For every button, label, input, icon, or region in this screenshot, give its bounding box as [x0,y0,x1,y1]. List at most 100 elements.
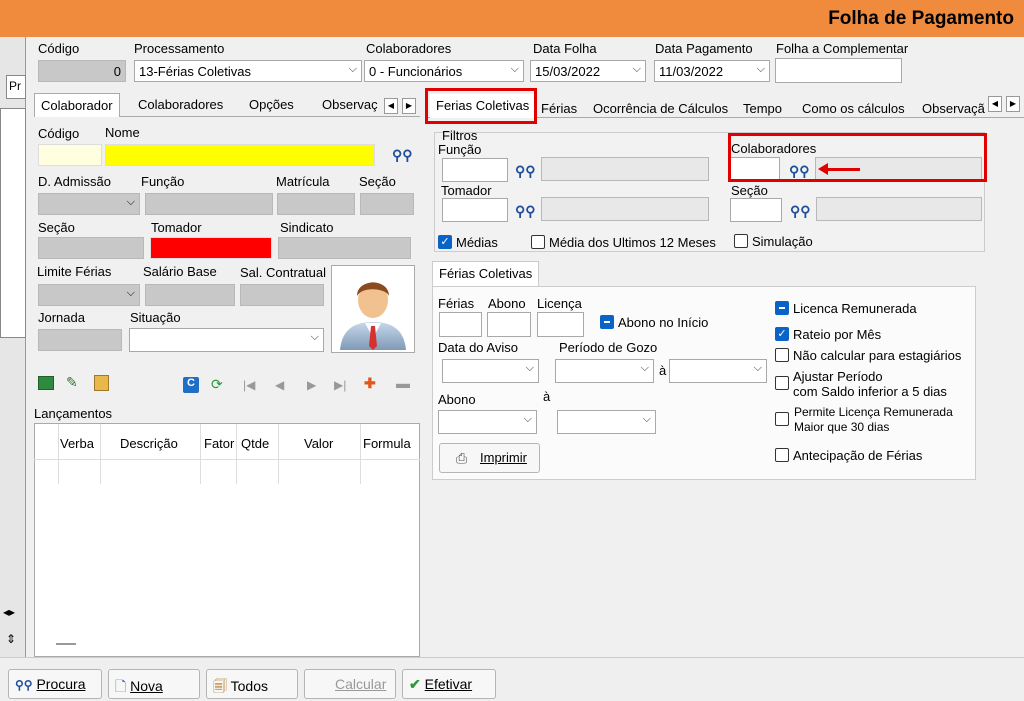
left-strip-grid [0,108,26,338]
licenca-remunerada-checkbox[interactable] [775,301,789,315]
tab-como-calculos[interactable]: Como os cálculos [796,97,911,121]
efetivar-button[interactable]: ✔ Efetivar [402,669,496,699]
binoculars-icon[interactable]: ⚲⚲ [392,147,413,164]
filtro-funcao-code[interactable] [442,158,508,182]
left-strip-input[interactable]: Pr [6,75,26,99]
medias-checkbox[interactable]: ✓ [438,235,452,249]
grid-col-divider [360,424,361,484]
colaboradores-select[interactable]: 0 - Funcionários [364,60,524,82]
tab-scroll-right-icon[interactable]: ▶ [402,98,416,114]
person-icon [340,282,406,350]
periodo-inicio-select[interactable] [555,359,654,383]
folha-complementar-field[interactable] [775,58,902,83]
tab-scroll-left-icon[interactable]: ◀ [384,98,398,114]
refresh-icon[interactable]: ⟳ [211,376,223,393]
plus-icon[interactable]: ✚ [364,375,376,392]
filtro-secao-desc [816,197,982,221]
abono-field[interactable] [487,312,531,337]
calcular-button[interactable]: Calcular [304,669,396,699]
last-record-icon[interactable]: ▶| [334,378,346,392]
sindicato-label: Sindicato [280,220,334,235]
d-admissao-field[interactable] [38,193,140,215]
antecipacao-checkbox[interactable] [775,448,789,462]
grid-header-qtde[interactable]: Qtde [241,436,269,451]
todos-button[interactable]: 🗐 Todos [206,669,298,699]
secao-field[interactable] [360,193,414,215]
tab-opcoes[interactable]: Opções [243,93,300,117]
sal-contratual-field[interactable] [240,284,324,306]
abono-inicio-checkbox[interactable] [600,315,614,329]
brush-icon[interactable]: ✎ [66,374,78,391]
rateio-checkbox[interactable]: ✓ [775,327,789,341]
abono-fim-select[interactable] [557,410,656,434]
situacao-select[interactable] [129,328,324,352]
funcao-field[interactable] [145,193,273,215]
secao2-field[interactable] [38,237,144,259]
data-pagamento-select[interactable]: 11/03/2022 [654,60,770,82]
salario-base-field[interactable] [145,284,235,306]
c-icon[interactable]: C [183,377,199,393]
tab-observacoes-right[interactable]: Observaçã [916,97,986,121]
licenca-field[interactable] [537,312,584,337]
imprimir-button[interactable]: ⎙ Imprimir [439,443,540,473]
tab-colaborador[interactable]: Colaborador [34,93,120,117]
media12-checkbox[interactable] [531,235,545,249]
tab-scroll-left-icon[interactable]: ◀ [988,96,1002,112]
matricula-field[interactable] [277,193,355,215]
tab-scroll-right-icon[interactable]: ▶ [1006,96,1020,112]
tab-observacoes-left[interactable]: Observaç [316,93,380,117]
scroll-arrows-icon[interactable]: ◂▸ [3,605,15,619]
tab-tempo[interactable]: Tempo [737,97,788,121]
binoculars-icon[interactable]: ⚲⚲ [515,203,536,220]
secao2-label: Seção [38,220,75,235]
ferias-field[interactable] [439,312,482,337]
tomador-field[interactable] [150,237,272,259]
periodo-fim-select[interactable] [669,359,767,383]
tab-ferias[interactable]: Férias [535,97,583,121]
codigo-colab-field[interactable] [38,144,102,166]
first-record-icon[interactable]: |◀ [243,378,255,392]
avatar[interactable] [331,265,415,353]
filtro-tomador-code[interactable] [442,198,508,222]
clipboard-icon[interactable] [94,375,109,391]
jornada-field[interactable] [38,329,122,351]
limite-ferias-field[interactable] [38,284,140,306]
sort-arrows-icon[interactable]: ⇕ [6,632,16,646]
nao-calcular-checkbox[interactable] [775,348,789,362]
data-folha-select[interactable]: 15/03/2022 [530,60,646,82]
simulacao-checkbox[interactable] [734,234,748,248]
next-record-icon[interactable]: ▶ [307,378,316,392]
ajustar-periodo-checkbox[interactable] [775,376,789,390]
nova-button[interactable]: 🗋 Nova [108,669,200,699]
tab-colaboradores[interactable]: Colaboradores [132,93,229,117]
grid-header-formula[interactable]: Formula [363,436,411,451]
binoculars-icon[interactable]: ⚲⚲ [515,163,536,180]
nome-field[interactable] [105,144,375,166]
sindicato-field[interactable] [278,237,411,259]
grid-col-divider [236,424,237,484]
licenca-label: Licença [537,296,582,311]
chevron-down-icon [311,331,319,344]
filtro-funcao-label: Função [438,142,482,157]
procura-button[interactable]: ⚲⚲ Procura [8,669,102,699]
grid-header-valor[interactable]: Valor [304,436,333,451]
prev-record-icon[interactable]: ◀ [275,378,284,392]
tab-ferias-coletivas-inner[interactable]: Férias Coletivas [432,261,540,287]
grid-header-descricao[interactable]: Descrição [120,436,178,451]
processamento-select[interactable]: 13-Férias Coletivas [134,60,362,82]
grid-header-fator[interactable]: Fator [204,436,234,451]
grid-header-verba[interactable]: Verba [60,436,94,451]
filtro-secao-code[interactable] [730,198,782,222]
add-row-icon[interactable] [38,376,54,390]
permite-licenca-checkbox[interactable] [775,412,789,426]
minus-icon[interactable]: ▬ [396,375,410,391]
data-aviso-select[interactable] [442,359,539,383]
tab-ocorrencia-calculos[interactable]: Ocorrência de Cálculos [587,97,734,121]
limite-ferias-label: Limite Férias [37,264,112,279]
filtros-title: Filtros [442,128,478,143]
funcao-label: Função [141,174,185,189]
abono-inicio-select[interactable] [438,410,537,434]
secao-label: Seção [359,174,396,189]
codigo-field[interactable]: 0 [38,60,126,82]
binoculars-icon[interactable]: ⚲⚲ [790,203,811,220]
